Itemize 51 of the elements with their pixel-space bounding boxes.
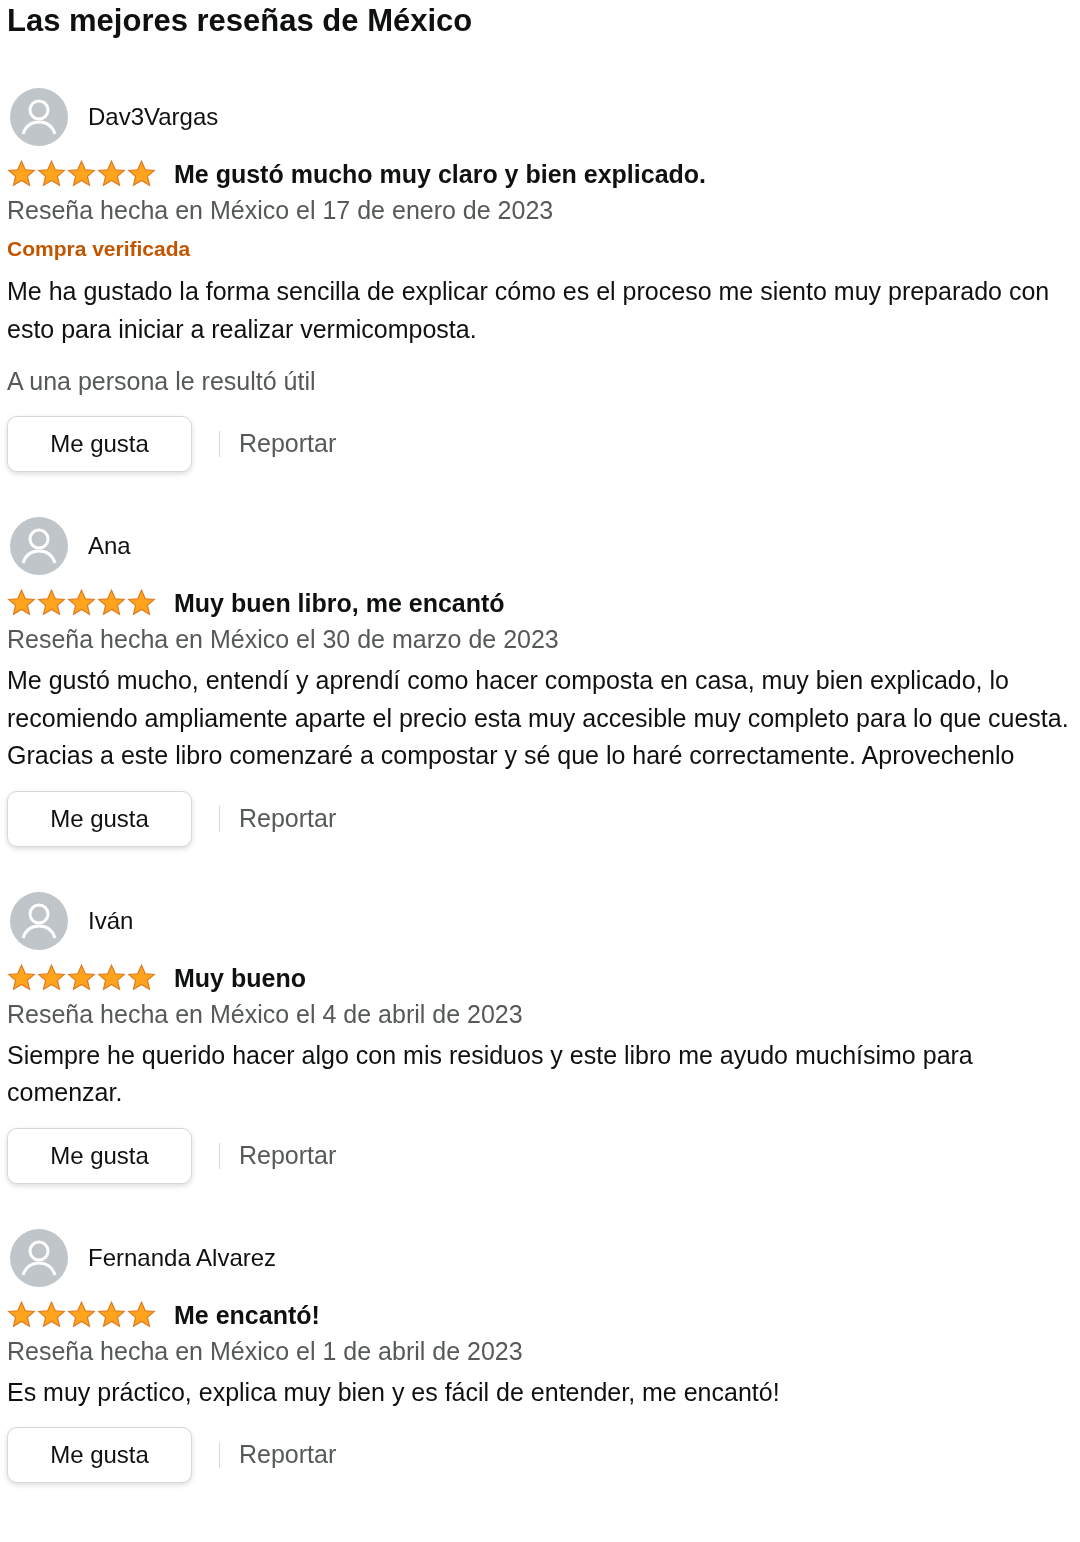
report-link[interactable]: Reportar xyxy=(239,799,337,838)
filled-star-icon xyxy=(67,963,96,992)
filled-star-icon xyxy=(67,589,96,617)
filled-star-icon xyxy=(127,589,156,617)
review-headline: Me encantó! xyxy=(174,1299,320,1331)
filled-star-icon xyxy=(67,1300,96,1329)
reviewer-name: Dav3Vargas xyxy=(88,102,219,132)
review-date: Reseña hecha en México el 30 de marzo de 2023 xyxy=(7,624,560,655)
reviewer-name: Fernanda Alvarez xyxy=(88,1242,277,1273)
filled-star-icon xyxy=(97,589,126,617)
review-headline: Me gustó mucho muy claro y bien explicado. xyxy=(174,159,707,190)
reviewer-name: Ana xyxy=(88,531,131,561)
like-button[interactable]: Me gusta xyxy=(7,1427,192,1483)
avatar-icon xyxy=(10,88,68,146)
filled-star-icon xyxy=(97,963,126,992)
filled-star-icon xyxy=(37,589,66,617)
reviewer-name: Iván xyxy=(88,905,134,936)
review-headline: Muy buen libro, me encantó xyxy=(174,588,505,619)
filled-star-icon xyxy=(7,589,36,617)
filled-star-icon xyxy=(37,160,66,188)
helpful-count: A una persona le resultó útil xyxy=(7,366,317,397)
filled-star-icon xyxy=(37,963,66,992)
review-date: Reseña hecha en México el 4 de abril de 2023 xyxy=(7,998,524,1030)
filled-star-icon xyxy=(7,160,36,188)
review-text: Me ha gustado la forma sencilla de explicar cómo es el proceso me siento muy preparado con esto para iniciar a realizar vermicomposta. xyxy=(7,276,1051,345)
review-date: Reseña hecha en México el 1 de abril de 2023 xyxy=(7,1335,524,1367)
filled-star-icon xyxy=(127,1300,156,1329)
avatar-icon xyxy=(10,891,68,950)
filled-star-icon xyxy=(7,963,36,992)
report-link[interactable]: Reportar xyxy=(239,1436,337,1474)
review-text: Me gustó mucho, entendí y aprendí como hacer composta en casa, muy bien explicado, lo recomiendo ampliamente aparte el precio esta muy accesible muy completo para lo que cuesta. Gracias a este libro comenzaré a compostar y sé que lo haré correctamente. Aprovechenlo xyxy=(7,665,1070,771)
filled-star-icon xyxy=(97,160,126,188)
section-title: Las mejores reseñas de México xyxy=(7,2,474,40)
verified-purchase-label: Compra verificada xyxy=(7,236,192,262)
like-button[interactable]: Me gusta xyxy=(7,790,192,847)
like-button[interactable]: Me gusta xyxy=(7,1127,192,1184)
avatar-icon xyxy=(10,517,68,575)
filled-star-icon xyxy=(97,1300,126,1329)
review-date: Reseña hecha en México el 17 de enero de 2023 xyxy=(7,195,555,226)
report-link[interactable]: Reportar xyxy=(239,425,337,463)
filled-star-icon xyxy=(127,963,156,992)
review-text: Es muy práctico, explica muy bien y es fácil de entender, me encantó! xyxy=(7,1376,781,1408)
like-button[interactable]: Me gusta xyxy=(7,416,192,472)
avatar-icon xyxy=(10,1228,68,1287)
filled-star-icon xyxy=(37,1300,66,1329)
filled-star-icon xyxy=(7,1300,36,1329)
review-headline: Muy bueno xyxy=(174,962,306,994)
report-link[interactable]: Reportar xyxy=(239,1136,337,1175)
review-text: Siempre he querido hacer algo con mis residuos y este libro me ayudo muchísimo para comenzar. xyxy=(7,1039,974,1108)
filled-star-icon xyxy=(67,160,96,188)
filled-star-icon xyxy=(127,160,156,188)
